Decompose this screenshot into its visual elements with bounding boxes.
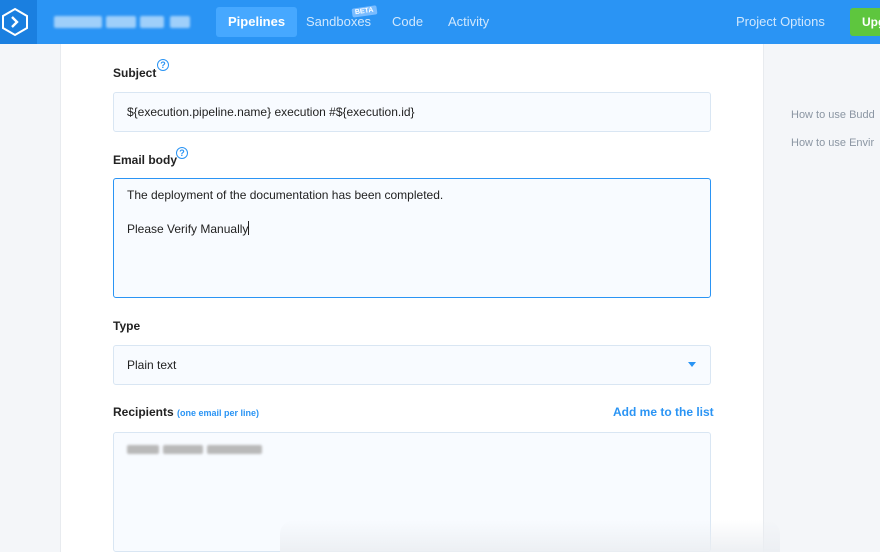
type-selected-value: Plain text [127, 358, 177, 372]
logo-chevron-icon [2, 7, 28, 37]
top-navigation-bar: Pipelines Sandboxes BETA Code Activity P… [0, 0, 880, 44]
nav-tab-code[interactable]: Code [392, 0, 423, 44]
email-body-text: The deployment of the documentation has … [127, 188, 444, 236]
recipients-label-text: Recipients [113, 405, 174, 419]
project-options-link[interactable]: Project Options [736, 0, 825, 44]
type-select[interactable]: Plain text [113, 345, 711, 385]
recipient-email-blurred [127, 445, 262, 455]
add-me-to-list-link[interactable]: Add me to the list [613, 405, 714, 419]
text-caret [248, 221, 250, 235]
email-body-textarea[interactable]: The deployment of the documentation has … [113, 178, 711, 298]
subject-label: Subject [113, 66, 157, 80]
buddy-logo[interactable] [0, 0, 37, 44]
beta-badge: BETA [351, 5, 378, 18]
email-body-help-icon[interactable]: ? [176, 147, 188, 159]
dropdown-arrow-icon [688, 362, 696, 367]
help-link-environments[interactable]: How to use Envir [791, 137, 874, 149]
subject-input[interactable]: ${execution.pipeline.name} execution #${… [113, 92, 711, 132]
nav-tab-activity[interactable]: Activity [448, 0, 489, 44]
recipients-hint: (one email per line) [177, 408, 260, 418]
help-link-buddy[interactable]: How to use Budd [791, 109, 875, 121]
project-name-blurred[interactable] [54, 16, 194, 28]
type-label: Type [113, 319, 141, 333]
upgrade-button[interactable]: Upg [850, 8, 880, 36]
recipients-label: Recipients (one email per line) [113, 405, 259, 419]
email-body-label: Email body [113, 153, 178, 167]
bottom-overlay [280, 520, 780, 552]
subject-help-icon[interactable]: ? [157, 59, 169, 71]
nav-tab-pipelines[interactable]: Pipelines [216, 7, 298, 37]
